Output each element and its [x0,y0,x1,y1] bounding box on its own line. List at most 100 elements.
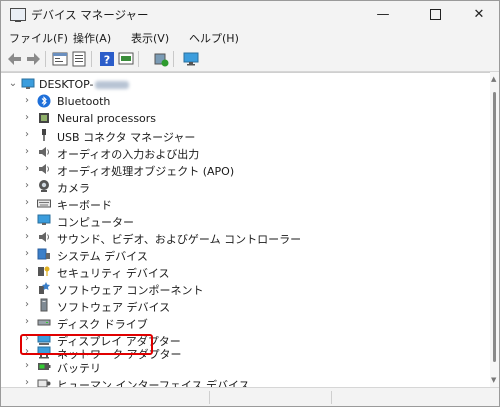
highlight-box [20,334,153,355]
neural-processor-icon [39,113,49,123]
forward-icon[interactable] [25,51,41,67]
system-device-icon [37,248,50,260]
tree-item-label: Neural processors [57,112,157,125]
chevron-right-icon[interactable]: › [22,179,32,193]
device-list-icon[interactable] [71,51,87,67]
toolbar-separator [91,51,92,67]
status-divider [209,391,210,404]
computer-icon [21,78,35,89]
chevron-down-icon[interactable]: ⌄ [8,77,18,91]
sound-video-icon [39,232,49,242]
toolbar-separator [173,51,174,67]
chevron-right-icon[interactable]: › [22,230,32,244]
minimize-button[interactable]: — [361,1,405,29]
tree-item-label: バッテリ [57,362,101,375]
scrollbar-thumb[interactable] [493,92,496,362]
toolbar-separator [138,51,139,67]
camera-icon [39,180,49,192]
menu-help[interactable]: ヘルプ(H) [189,30,239,46]
device-manager-app-icon [10,8,26,22]
software-component-icon [39,282,50,294]
status-bar [1,387,499,406]
chevron-right-icon[interactable]: › [22,264,32,278]
device-tree[interactable]: ⌄ DESKTOP- › Bluetooth › Neural processo… [1,72,490,388]
help-icon[interactable]: ? [99,51,115,67]
tree-item[interactable]: › ソフトウェア デバイス [1,297,490,314]
toolbar-separator [45,51,46,67]
back-icon[interactable] [7,51,23,67]
close-button[interactable]: ✕ [457,1,499,29]
security-device-icon [38,266,50,276]
tree-item-label: Bluetooth [57,95,111,108]
tree-item[interactable]: › カメラ [1,178,490,195]
svg-text:?: ? [104,54,110,67]
chevron-right-icon[interactable]: › [22,128,32,142]
tree-item-label: ディスク ドライブ [57,318,148,331]
tree-item-label: カメラ [57,182,90,195]
window-title: デバイス マネージャー [31,8,149,22]
chevron-right-icon[interactable]: › [22,94,32,108]
scroll-down-icon[interactable]: ▼ [491,376,496,384]
tree-item-label: セキュリティ デバイス [57,267,170,280]
scan-hardware-changes-icon[interactable] [183,51,199,67]
chevron-right-icon[interactable]: › [22,196,32,210]
tree-item-label: ソフトウェア コンポーネント [57,284,204,297]
tree-item-label: キーボード [57,199,112,212]
chevron-right-icon[interactable]: › [22,145,32,159]
vertical-scrollbar[interactable]: ▲ ▼ [490,72,499,387]
chevron-right-icon[interactable]: › [22,359,32,373]
chevron-right-icon[interactable]: › [22,111,32,125]
chevron-right-icon[interactable]: › [22,247,32,261]
maximize-button[interactable] [413,1,457,29]
title-bar: デバイス マネージャー — ✕ [1,1,499,29]
redacted-name [94,81,129,89]
toolbar: ? [1,47,499,72]
properties-icon[interactable] [52,51,68,67]
bluetooth-icon [37,94,51,108]
tree-item[interactable]: › Bluetooth [1,93,490,110]
tree-item-label: オーディオの入力および出力 [57,148,200,161]
tree-item[interactable]: › バッテリ [1,358,490,375]
menu-file[interactable]: ファイル(F) [9,30,68,46]
scroll-up-icon[interactable]: ▲ [491,75,496,83]
menu-view[interactable]: 表示(V) [131,30,169,46]
tree-item[interactable]: › サウンド、ビデオ、およびゲーム コントローラー [1,229,490,246]
tree-item[interactable]: › セキュリティ デバイス [1,263,490,280]
chevron-right-icon[interactable]: › [22,281,32,295]
tree-item-label: オーディオ処理オブジェクト (APO) [57,165,235,178]
speaker-icon [39,147,49,157]
software-device-icon [40,298,48,312]
tree-item[interactable]: › ディスク ドライブ [1,314,490,331]
disk-drive-icon [37,319,51,326]
tree-item[interactable]: › オーディオの入力および出力 [1,144,490,161]
device-manager-window: デバイス マネージャー — ✕ ファイル(F) 操作(A) 表示(V) ヘルプ(… [0,0,500,407]
tree-root[interactable]: ⌄ DESKTOP- [1,76,490,93]
tree-item-label: サウンド、ビデオ、およびゲーム コントローラー [57,233,302,246]
tree-item[interactable]: › システム デバイス [1,246,490,263]
add-legacy-hardware-icon[interactable] [153,51,169,67]
tree-item[interactable]: › コンピューター [1,212,490,229]
chevron-right-icon[interactable]: › [22,213,32,227]
chevron-right-icon[interactable]: › [22,315,32,329]
tree-item[interactable]: › オーディオ処理オブジェクト (APO) [1,161,490,178]
tree-item[interactable]: › USB コネクタ マネージャー [1,127,490,144]
tree-item-label: ソフトウェア デバイス [57,301,171,314]
maximize-icon [429,9,441,20]
keyboard-icon [37,199,51,208]
chevron-right-icon[interactable]: › [22,298,32,312]
tree-item[interactable]: › キーボード [1,195,490,212]
menu-bar: ファイル(F) 操作(A) 表示(V) ヘルプ(H) [1,29,499,47]
battery-icon [38,363,51,370]
tree-item-label: システム デバイス [57,250,148,263]
tree-item[interactable]: › ソフトウェア コンポーネント [1,280,490,297]
update-driver-icon[interactable] [118,51,134,67]
status-divider [331,391,332,404]
computer-icon [37,214,51,225]
usb-connector-icon [42,129,46,141]
chevron-right-icon[interactable]: › [22,162,32,176]
tree-root-label: DESKTOP- [39,78,94,91]
tree-item[interactable]: › Neural processors [1,110,490,127]
menu-action[interactable]: 操作(A) [73,30,111,46]
tree-item-label: コンピューター [57,216,134,229]
speaker-icon [39,164,49,174]
